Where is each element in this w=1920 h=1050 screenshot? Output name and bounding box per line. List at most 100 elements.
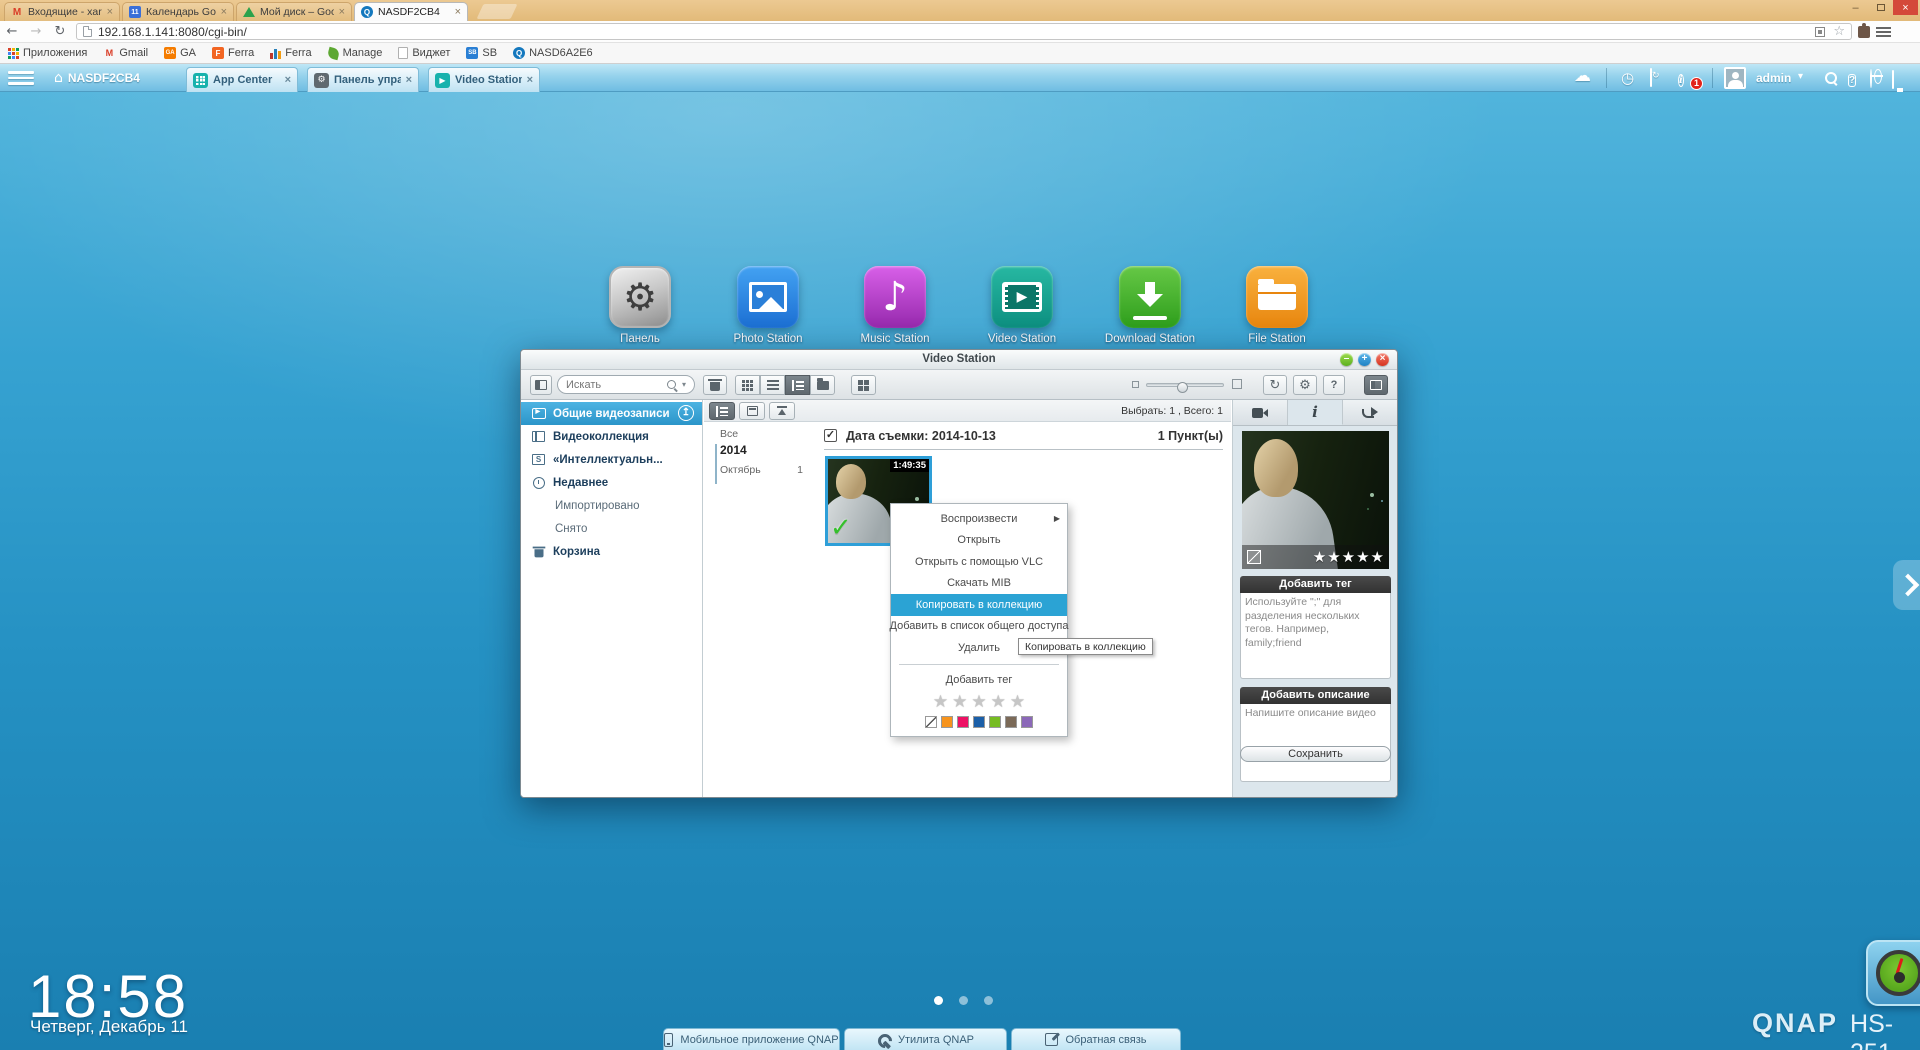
bookmark-gmail[interactable]: MGmail [103,47,148,59]
window-maximize-button[interactable]: + [1358,353,1371,366]
qnap-tab-video-station[interactable]: ▶ Video Station × [428,67,540,92]
sidebar-item-taken[interactable]: Снято [521,517,702,540]
menu-rating-stars[interactable]: ★★★★★ [891,691,1067,713]
menu-item-open[interactable]: Открыть [891,530,1067,552]
refresh-button[interactable]: ↻ [1263,375,1287,395]
url-field[interactable]: 192.168.1.141:8080/cgi-bin/ ☆ [76,23,1852,40]
color-label-blue[interactable] [973,716,985,728]
extension-icon[interactable] [1858,26,1870,38]
device-sync-icon[interactable] [1650,69,1652,86]
music-station-icon[interactable]: ♪ [864,266,926,328]
search-icon[interactable] [666,379,678,391]
timeline-view-button[interactable] [785,375,810,395]
zoom-slider[interactable] [1132,380,1242,390]
search-options-caret-icon[interactable]: ▾ [682,380,686,389]
window-close-button[interactable]: × [1376,353,1389,366]
help-icon[interactable]: ? [1848,70,1856,87]
desktop-switch-icon[interactable] [1892,71,1894,88]
file-station-icon[interactable] [1246,266,1308,328]
search-box[interactable]: ▾ [557,375,695,394]
pager-dot-2[interactable] [959,996,968,1005]
desktop-icon-photo-station[interactable]: Photo Station [713,266,823,347]
menu-item-copy-to-collection[interactable]: Копировать в коллекцию [891,594,1067,616]
forward-icon[interactable]: → [24,24,48,39]
reload-icon[interactable]: ↻ [48,24,72,39]
color-label-orange[interactable] [941,716,953,728]
menu-item-add-to-share-list[interactable]: Добавить в список общего доступа [891,616,1067,638]
tab-share[interactable] [1343,400,1397,425]
sidebar-item-shared-videos[interactable]: Общие видеозаписи [521,402,702,425]
poster-view-button[interactable] [851,375,876,395]
taskbar-utility-button[interactable]: Утилита QNAP [844,1028,1007,1050]
bookmark-sb[interactable]: SBSB [466,47,497,59]
myqnapcloud-icon[interactable]: ☁ [1574,66,1591,86]
color-label-pink[interactable] [957,716,969,728]
toggle-left-panel-button[interactable] [530,375,552,395]
zoom-handle[interactable] [1177,382,1188,393]
color-label-purple[interactable] [1021,716,1033,728]
bookmark-ferra-2[interactable]: Ferra [270,47,311,59]
tiles-icon[interactable] [1815,27,1825,37]
save-button[interactable]: Сохранить [1240,746,1391,762]
url-text[interactable]: 192.168.1.141:8080/cgi-bin/ [98,25,1809,39]
color-label-green[interactable] [989,716,1001,728]
bookmark-widget[interactable]: Виджет [398,47,450,59]
slide-panel-handle[interactable] [1893,560,1920,610]
color-label-none[interactable] [925,716,937,728]
notifications-icon[interactable]: i [1678,70,1684,87]
upload-button[interactable] [769,402,795,420]
toggle-right-panel-button[interactable] [1364,375,1388,395]
browser-tab-drive[interactable]: Мой диск – Google Диск × [236,2,352,21]
browser-tab-calendar[interactable]: 11 Календарь Google × [122,2,234,21]
control-panel-icon[interactable]: ⚙ [609,266,671,328]
tab-close-icon[interactable]: × [406,74,412,86]
tab-close-icon[interactable]: × [455,7,461,17]
timeline-month[interactable]: Октябрь [720,464,761,476]
browser-tab-nas[interactable]: Q NASDF2CB4 × [354,2,468,21]
bookmark-manage[interactable]: Manage [328,47,383,59]
desktop-icon-video-station[interactable]: ▶ Video Station [967,266,1077,347]
bookmark-apps[interactable]: Приложения [8,47,87,59]
tab-close-icon[interactable]: × [221,7,227,17]
calendar-mode-button[interactable] [739,402,765,420]
video-station-icon[interactable]: ▶ [991,266,1053,328]
desktop-icon-music-station[interactable]: ♪ Music Station [840,266,950,347]
tab-close-icon[interactable]: × [339,7,345,17]
desktop-icon-file-station[interactable]: File Station [1222,266,1332,347]
pager-dot-3[interactable] [984,996,993,1005]
window-titlebar[interactable]: Video Station – + × [521,350,1397,370]
zoom-track[interactable] [1146,383,1224,387]
sidebar-item-trash[interactable]: Корзина [521,540,702,563]
tab-close-icon[interactable]: × [107,7,113,17]
tab-camera[interactable] [1233,400,1288,425]
zoom-in-icon[interactable] [1232,379,1242,389]
description-input[interactable] [1240,704,1391,782]
trash-button[interactable] [703,375,727,395]
bookmark-ga[interactable]: GAGA [164,47,196,59]
background-tasks-icon[interactable]: ◷ [1621,69,1634,87]
selected-check-icon[interactable]: ✓ [830,513,852,543]
sidebar-item-imported[interactable]: Импортировано [521,494,702,517]
qnap-tab-control-panel[interactable]: ⚙ Панель управ... × [307,67,419,92]
taskbar-feedback-button[interactable]: Обратная связь [1011,1028,1181,1050]
rating-stars[interactable]: ★★★★★ [1313,548,1384,566]
back-icon[interactable]: ← [0,24,24,39]
tag-input[interactable] [1240,593,1391,679]
main-menu-icon[interactable] [8,69,34,87]
user-name[interactable]: admin [1756,71,1791,85]
group-checkbox[interactable]: ✓ [824,429,837,442]
sidebar-item-recent[interactable]: Недавнее [521,471,702,494]
timeline-year[interactable]: 2014 [720,443,747,457]
tab-close-icon[interactable]: × [527,74,533,86]
download-station-icon[interactable] [1119,266,1181,328]
help-button[interactable]: ? [1323,375,1345,395]
close-button[interactable]: × [1893,0,1918,15]
tab-close-icon[interactable]: × [285,74,291,86]
desktop-icon-control-panel[interactable]: ⚙ Панель управления [585,266,695,361]
dashboard-button[interactable] [1866,940,1920,1006]
color-label-brown[interactable] [1005,716,1017,728]
search-input[interactable] [566,379,662,391]
browser-tab-gmail[interactable]: M Входящие - xardplotnikov × [4,2,120,21]
tab-info[interactable]: i [1288,400,1343,425]
bookmark-ferra[interactable]: FFerra [212,47,254,59]
